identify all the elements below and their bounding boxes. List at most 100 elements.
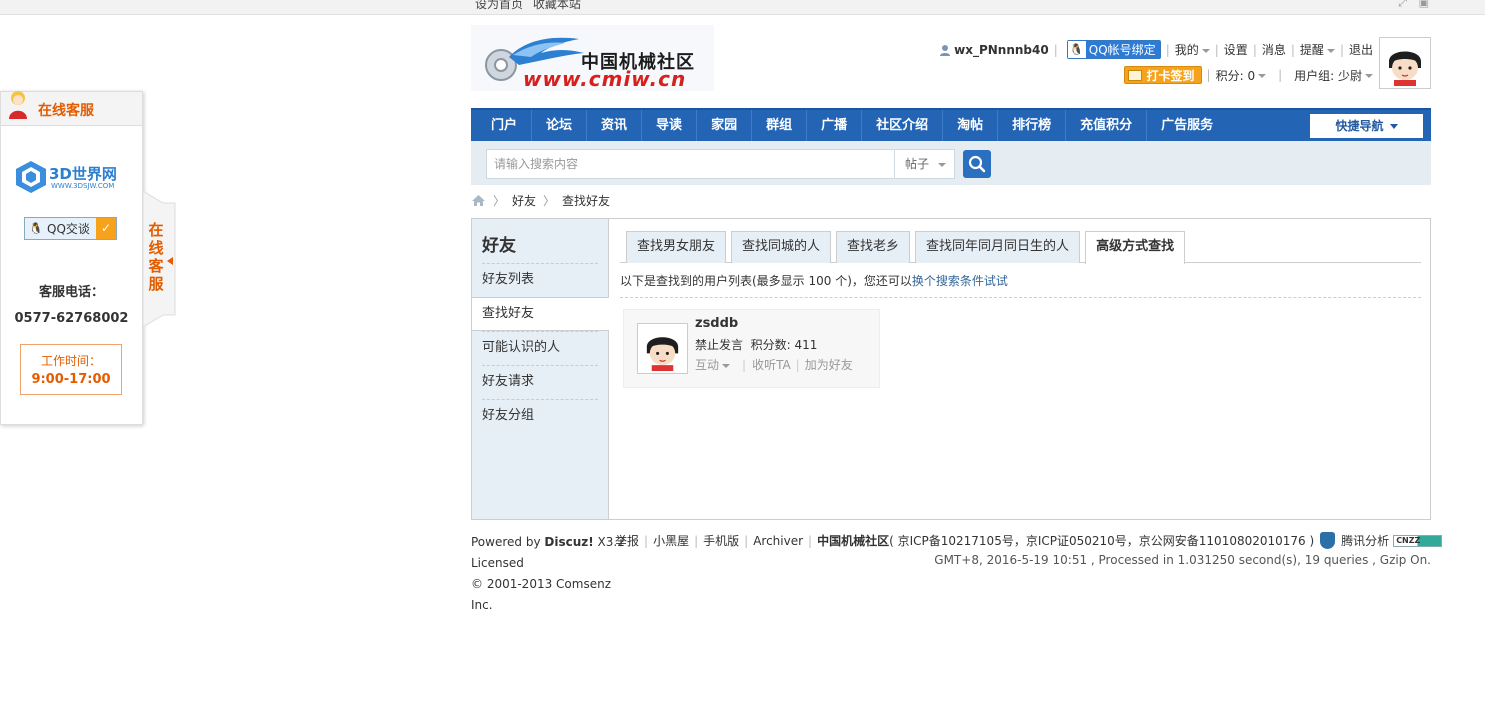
sidebar-item-people-you-may-know[interactable]: 可能认识的人 bbox=[472, 331, 608, 365]
nav-portal[interactable]: 门户 bbox=[477, 110, 533, 141]
sidebar-item-friend-list[interactable]: 好友列表 bbox=[472, 263, 608, 297]
nav-groups[interactable]: 群组 bbox=[752, 110, 808, 141]
caret-down-icon bbox=[1389, 124, 1398, 129]
nav-ranking[interactable]: 排行榜 bbox=[998, 110, 1067, 141]
3dsjw-logo[interactable]: 3D世界网 WWW.3DSJW.COM bbox=[15, 160, 127, 196]
phone-label: 客服电话： bbox=[38, 285, 104, 300]
work-hours-box: 工作时间： 9:00-17:00 bbox=[20, 344, 122, 395]
nav-broadcast[interactable]: 广播 bbox=[807, 110, 863, 141]
search-type-label: 帖子 bbox=[905, 157, 930, 171]
points-label: 积分: 0 bbox=[1215, 68, 1256, 83]
service-logo-sub: WWW.3DSJW.COM bbox=[51, 182, 115, 190]
divider: | bbox=[744, 533, 749, 548]
icp-text[interactable]: ( 京ICP备10217105号，京ICP证050210号，京公网安备11010… bbox=[889, 532, 1314, 549]
follow-link[interactable]: 收听TA bbox=[752, 356, 791, 373]
username-link[interactable]: wx_PNnnnb40 bbox=[954, 43, 1049, 57]
nav-collections[interactable]: 淘帖 bbox=[943, 110, 999, 141]
qq-chat-button[interactable]: 🐧 QQ交谈 ✓ bbox=[24, 217, 117, 240]
copyright-inc: Inc. bbox=[471, 598, 493, 612]
search-button[interactable] bbox=[963, 150, 991, 178]
archiver-link[interactable]: Archiver bbox=[753, 534, 803, 548]
tab-find-partner[interactable]: 查找男女朋友 bbox=[626, 231, 727, 263]
points-menu[interactable]: 积分: 0 bbox=[1216, 67, 1267, 84]
reminders-menu[interactable]: 提醒 bbox=[1300, 41, 1335, 58]
user-avatar[interactable] bbox=[1379, 37, 1431, 89]
report-link[interactable]: 举报 bbox=[615, 532, 639, 549]
sidebar-item-friend-groups[interactable]: 好友分组 bbox=[472, 399, 608, 433]
settings-link[interactable]: 设置 bbox=[1224, 41, 1248, 58]
divider: | bbox=[1290, 42, 1295, 57]
messages-link[interactable]: 消息 bbox=[1262, 41, 1286, 58]
chevron-down-icon bbox=[1326, 48, 1335, 53]
mobile-link[interactable]: 手机版 bbox=[703, 532, 739, 549]
interact-menu[interactable]: 互动 bbox=[695, 356, 731, 373]
divider: | bbox=[1165, 42, 1170, 57]
search-input[interactable]: 请输入搜索内容 bbox=[486, 149, 895, 179]
blacklist-link[interactable]: 小黑屋 bbox=[653, 532, 689, 549]
site-name-link[interactable]: 中国机械社区 bbox=[817, 532, 889, 549]
search-icon bbox=[968, 155, 986, 173]
discuz-link[interactable]: Discuz! bbox=[544, 535, 593, 549]
usergroup-menu[interactable]: 用户组: 少尉 bbox=[1294, 67, 1373, 84]
service-toggle-label: 在线客服 bbox=[148, 221, 164, 293]
qq-bind-button[interactable]: 🐧 QQ帐号绑定 bbox=[1066, 40, 1161, 59]
friends-sidebar: 好友 好友列表 查找好友 可能认识的人 好友请求 好友分组 bbox=[472, 219, 609, 519]
sidebar-item-find-friends[interactable]: 查找好友 bbox=[472, 297, 609, 331]
usergroup-label: 用户组: 少尉 bbox=[1294, 68, 1362, 83]
shield-icon[interactable] bbox=[1320, 532, 1336, 549]
service-toggle-tab[interactable]: 在线客服 bbox=[143, 191, 176, 327]
change-criteria-link[interactable]: 换个搜索条件试试 bbox=[912, 274, 1008, 288]
sidebar-title: 好友 bbox=[482, 236, 516, 256]
nav-home[interactable]: 家园 bbox=[697, 110, 753, 141]
add-friend-link[interactable]: 加为好友 bbox=[805, 356, 853, 373]
nav-news[interactable]: 资讯 bbox=[587, 110, 643, 141]
service-title: 在线客服 bbox=[38, 103, 94, 119]
user-card-avatar[interactable] bbox=[637, 323, 688, 374]
qq-penguin-icon: 🐧 bbox=[1067, 41, 1086, 58]
nav-recharge[interactable]: 充值积分 bbox=[1066, 110, 1148, 141]
qq-penguin-icon: 🐧 bbox=[29, 221, 43, 235]
search-type-select[interactable]: 帖子 bbox=[894, 149, 955, 179]
analytics-link[interactable]: 腾讯分析 bbox=[1341, 532, 1389, 549]
home-icon[interactable] bbox=[471, 194, 486, 207]
sidebar-item-friend-requests[interactable]: 好友请求 bbox=[472, 365, 608, 399]
interact-label: 互动 bbox=[695, 358, 720, 372]
site-logo[interactable]: 中国机械社区 www.cmiw.cn bbox=[471, 25, 714, 91]
search-tabs: 查找男女朋友 查找同城的人 查找老乡 查找同年同月同日生的人 高级方式查找 bbox=[620, 231, 1421, 264]
my-menu[interactable]: 我的 bbox=[1175, 41, 1210, 58]
tab-find-same-city[interactable]: 查找同城的人 bbox=[731, 231, 832, 263]
avatar-image bbox=[640, 326, 685, 371]
work-hours-value: 9:00-17:00 bbox=[31, 372, 111, 387]
user-card-name[interactable]: zsddb bbox=[695, 316, 738, 331]
phone-number: 0577-62768002 bbox=[14, 311, 129, 326]
powered-prefix: Powered by bbox=[471, 535, 545, 549]
tab-find-same-birthday[interactable]: 查找同年同月同日生的人 bbox=[915, 231, 1081, 263]
user-icon bbox=[940, 44, 951, 56]
nav-ads[interactable]: 广告服务 bbox=[1147, 110, 1227, 141]
tab-advanced-search[interactable]: 高级方式查找 bbox=[1085, 231, 1186, 264]
main-nav: 门户 论坛 资讯 导读 家园 群组 广播 社区介绍 淘帖 排行榜 充值积分 广告… bbox=[471, 108, 1431, 141]
breadcrumb-friends[interactable]: 好友 bbox=[512, 192, 536, 209]
logout-link[interactable]: 退出 bbox=[1349, 41, 1373, 58]
chevron-right-icon: 〉 bbox=[493, 194, 506, 208]
footer-left: Powered by Discuz! X3.2 Licensed © 2001-… bbox=[471, 532, 625, 616]
instagram-icon[interactable]: ▣ bbox=[1419, 0, 1429, 9]
result-notice: 以下是查找到的用户列表(最多显示 100 个)，您还可以换个搜索条件试试 bbox=[620, 263, 1421, 298]
set-homepage-link[interactable]: 设为首页 bbox=[475, 0, 523, 11]
user-card-status: 禁止发言 积分数: 411 bbox=[695, 336, 817, 353]
breadcrumb-find-friends[interactable]: 查找好友 bbox=[562, 192, 610, 209]
nav-forum[interactable]: 论坛 bbox=[532, 110, 588, 141]
copyright-text[interactable]: © 2001-2013 Comsenz bbox=[471, 574, 625, 595]
nav-guide[interactable]: 导读 bbox=[642, 110, 698, 141]
checkin-button[interactable]: 打卡签到 bbox=[1123, 66, 1202, 84]
divider: | bbox=[644, 533, 649, 548]
expand-icon[interactable]: ⤢ bbox=[1398, 0, 1407, 9]
tab-find-hometown[interactable]: 查找老乡 bbox=[836, 231, 911, 263]
cnzz-badge[interactable]: CNZZ bbox=[1393, 534, 1443, 547]
bookmark-link[interactable]: 收藏本站 bbox=[533, 0, 581, 11]
nav-about[interactable]: 社区介绍 bbox=[862, 110, 944, 141]
quick-nav-button[interactable]: 快捷导航 bbox=[1310, 114, 1423, 138]
avatar-image bbox=[1382, 40, 1428, 86]
top-links: 设为首页 收藏本站 bbox=[475, 0, 587, 12]
divider: | bbox=[742, 357, 747, 372]
